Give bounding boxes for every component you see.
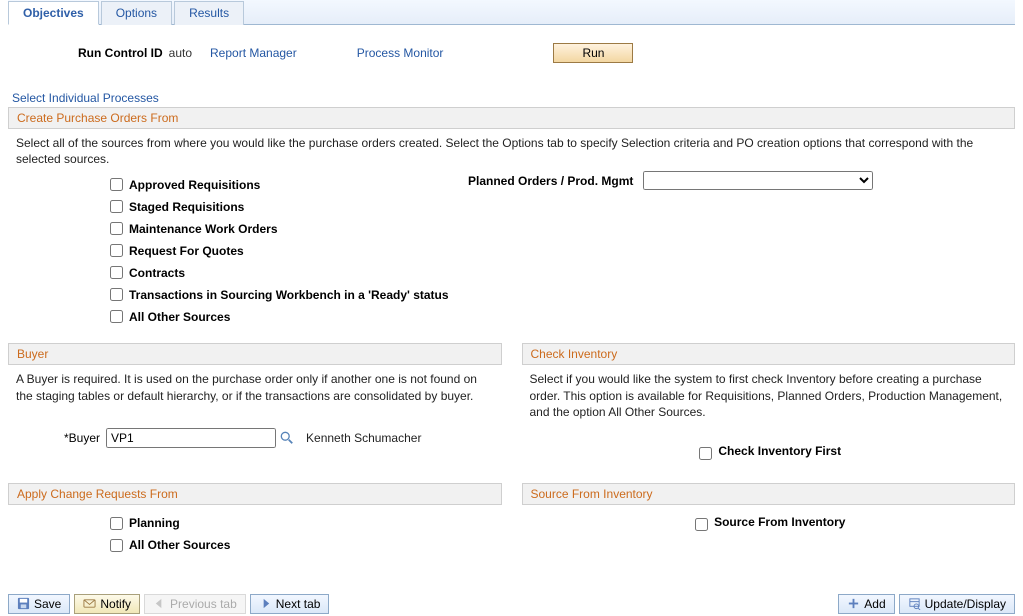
maintenance-work-orders-checkbox[interactable] <box>110 222 123 235</box>
request-for-quotes-label: Request For Quotes <box>129 244 244 258</box>
apply-change-heading: Apply Change Requests From <box>8 483 502 505</box>
approved-requisitions-checkbox[interactable] <box>110 178 123 191</box>
apply-change-group: Apply Change Requests From Planning All … <box>8 483 502 566</box>
approved-requisitions-label: Approved Requisitions <box>129 178 260 192</box>
add-label: Add <box>864 597 885 611</box>
source-inventory-heading: Source From Inventory <box>522 483 1016 505</box>
buyer-group: Buyer A Buyer is required. It is used on… <box>8 343 502 455</box>
planning-label: Planning <box>129 516 180 530</box>
contracts-checkbox[interactable] <box>110 266 123 279</box>
lookup-icon[interactable] <box>280 431 294 445</box>
buyer-input[interactable] <box>106 428 276 448</box>
add-icon <box>847 597 860 610</box>
footer-toolbar: Save Notify Previous tab Next tab Add <box>8 592 1015 616</box>
tab-objectives[interactable]: Objectives <box>8 1 99 25</box>
all-other-sources-checkbox[interactable] <box>110 310 123 323</box>
add-button[interactable]: Add <box>838 594 894 614</box>
run-button[interactable]: Run <box>553 43 633 63</box>
next-icon <box>259 597 272 610</box>
create-po-heading: Create Purchase Orders From <box>8 107 1015 129</box>
notify-button[interactable]: Notify <box>74 594 140 614</box>
update-display-button[interactable]: Update/Display <box>899 594 1015 614</box>
planned-orders-label: Planned Orders / Prod. Mgmt <box>468 174 633 188</box>
report-manager-link[interactable]: Report Manager <box>210 46 297 60</box>
apply-all-other-sources-checkbox[interactable] <box>110 539 123 552</box>
all-other-sources-label: All Other Sources <box>129 310 230 324</box>
planned-orders-row: Planned Orders / Prod. Mgmt <box>468 171 873 190</box>
notify-label: Notify <box>100 597 131 611</box>
tab-results[interactable]: Results <box>174 1 244 25</box>
check-inventory-group: Check Inventory Select if you would like… <box>522 343 1016 471</box>
tab-options[interactable]: Options <box>101 1 172 25</box>
staged-requisitions-checkbox[interactable] <box>110 200 123 213</box>
previous-tab-label: Previous tab <box>170 597 237 611</box>
maintenance-work-orders-label: Maintenance Work Orders <box>129 222 278 236</box>
update-display-label: Update/Display <box>925 597 1006 611</box>
update-display-icon <box>908 597 921 610</box>
source-from-inventory-checkbox[interactable] <box>695 518 708 531</box>
request-for-quotes-checkbox[interactable] <box>110 244 123 257</box>
run-control-value: auto <box>169 46 192 60</box>
source-inventory-group: Source From Inventory Source From Invent… <box>522 483 1016 542</box>
select-individual-processes-link[interactable]: Select Individual Processes <box>12 91 1015 105</box>
buyer-help: A Buyer is required. It is used on the p… <box>16 371 494 403</box>
sourcing-workbench-checkbox[interactable] <box>110 288 123 301</box>
staged-requisitions-label: Staged Requisitions <box>129 200 244 214</box>
check-inventory-help: Select if you would like the system to f… <box>530 371 1008 420</box>
buyer-name-display: Kenneth Schumacher <box>306 431 421 445</box>
save-label: Save <box>34 597 61 611</box>
previous-icon <box>153 597 166 610</box>
next-tab-button[interactable]: Next tab <box>250 594 330 614</box>
apply-all-other-sources-label: All Other Sources <box>129 538 230 552</box>
buyer-field-label: *Buyer <box>64 431 100 445</box>
page-root: Objectives Options Results Run Control I… <box>0 0 1023 616</box>
previous-tab-button: Previous tab <box>144 594 246 614</box>
sourcing-workbench-label: Transactions in Sourcing Workbench in a … <box>129 288 449 302</box>
run-control-label: Run Control ID <box>78 46 163 60</box>
create-po-group: Create Purchase Orders From Select all o… <box>8 107 1015 337</box>
planned-orders-select[interactable] <box>643 171 873 190</box>
next-tab-label: Next tab <box>276 597 321 611</box>
process-monitor-link[interactable]: Process Monitor <box>357 46 444 60</box>
notify-icon <box>83 597 96 610</box>
check-inventory-first-checkbox[interactable] <box>699 447 712 460</box>
planning-checkbox[interactable] <box>110 517 123 530</box>
contracts-label: Contracts <box>129 266 185 280</box>
save-button[interactable]: Save <box>8 594 70 614</box>
buyer-heading: Buyer <box>8 343 502 365</box>
check-inventory-first-label: Check Inventory First <box>718 444 841 463</box>
create-po-help: Select all of the sources from where you… <box>16 135 1007 167</box>
save-icon <box>17 597 30 610</box>
run-control-row: Run Control ID auto Report Manager Proce… <box>8 39 1015 85</box>
source-from-inventory-label: Source From Inventory <box>714 515 845 534</box>
tab-bar: Objectives Options Results <box>8 0 1015 25</box>
check-inventory-heading: Check Inventory <box>522 343 1016 365</box>
